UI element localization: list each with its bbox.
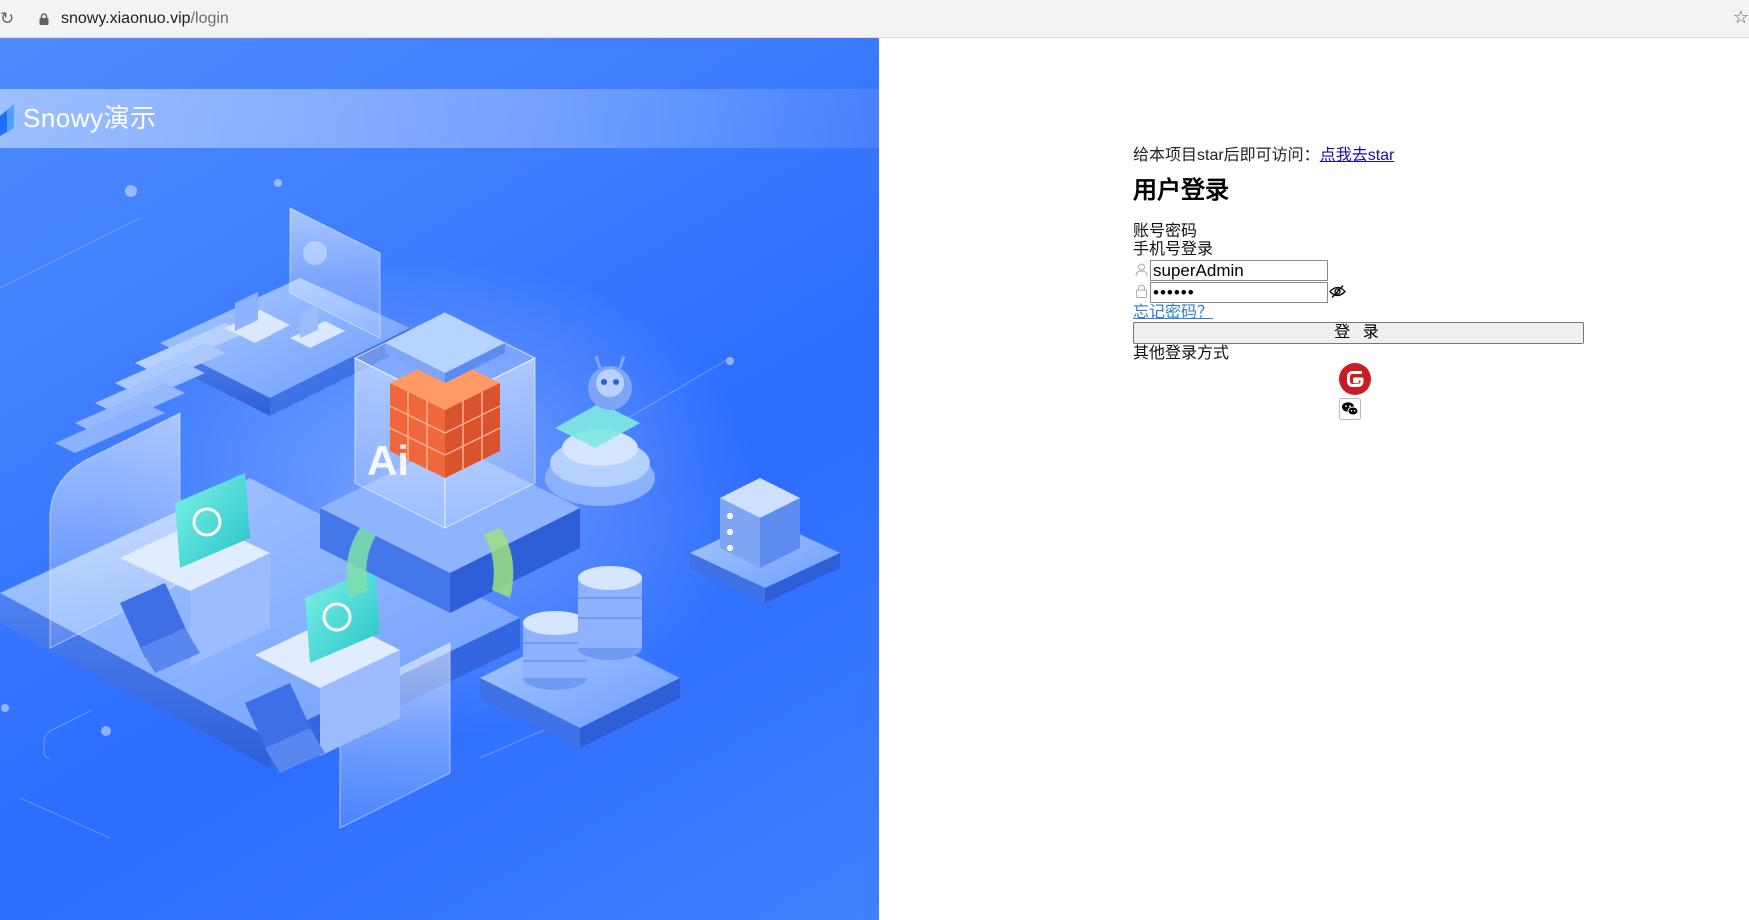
page-title: 用户登录 <box>1133 177 1229 204</box>
illustration-ai-text: Ai <box>367 437 409 484</box>
browser-toolbar: ↻ snowy.xiaonuo.vip/login ☆ <box>0 0 1749 38</box>
user-icon <box>1135 263 1148 277</box>
star-icon[interactable]: ☆ <box>1733 8 1749 28</box>
eye-invisible-icon[interactable] <box>1329 284 1346 299</box>
star-notice: 给本项目star后即可访问：点我去star <box>1133 146 1394 166</box>
hero-panel: Ai Snowy演示 <box>0 38 879 920</box>
login-button[interactable]: 登 录 <box>1133 322 1584 344</box>
brand-name: Snowy演示 <box>23 103 157 133</box>
url-host: snowy.xiaonuo.vip <box>61 10 191 27</box>
lock-icon <box>1136 284 1147 298</box>
address-bar-url[interactable]: snowy.xiaonuo.vip/login <box>61 10 229 28</box>
username-input[interactable] <box>1150 260 1328 281</box>
url-path: /login <box>190 10 229 27</box>
isometric-illustration: Ai <box>0 179 840 839</box>
reload-icon[interactable]: ↻ <box>0 10 14 28</box>
snowy-logo-icon <box>0 104 14 136</box>
tab-phone-login[interactable]: 手机号登录 <box>1133 240 1213 259</box>
password-input[interactable] <box>1150 282 1328 303</box>
star-link[interactable]: 点我去star <box>1320 147 1395 164</box>
forgot-password-link[interactable]: 忘记密码？ <box>1133 303 1213 323</box>
other-login-methods-label: 其他登录方式 <box>1133 345 1230 362</box>
star-notice-text: 给本项目star后即可访问： <box>1133 147 1320 164</box>
brand-banner: Snowy演示 <box>0 89 879 148</box>
lock-icon[interactable] <box>38 13 50 25</box>
gitee-icon[interactable] <box>1338 362 1372 396</box>
wechat-icon[interactable] <box>1339 398 1361 420</box>
tab-account-password[interactable]: 账号密码 <box>1133 222 1197 241</box>
